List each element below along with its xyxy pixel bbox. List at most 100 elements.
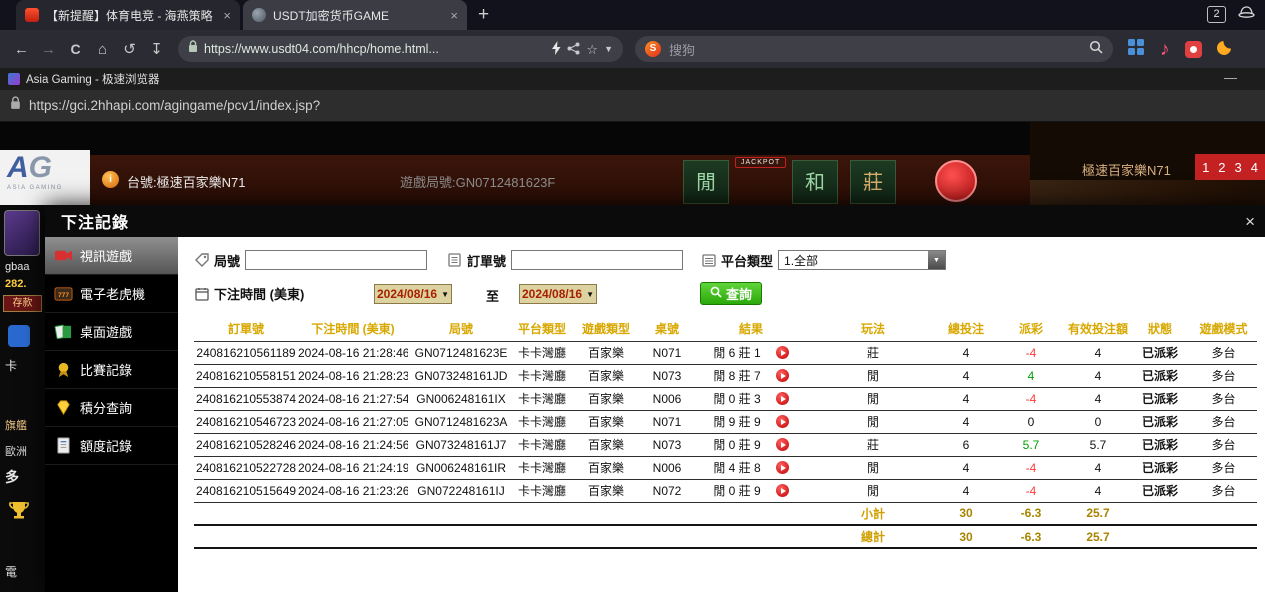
replay-play-icon[interactable] (776, 415, 789, 428)
replay-play-icon[interactable] (776, 484, 789, 497)
num-tab-3[interactable]: 3 (1235, 160, 1242, 175)
menu-item-video-games[interactable]: 視訊遊戲 (45, 237, 178, 275)
order-number-input[interactable] (511, 250, 683, 270)
platform-list-icon (701, 253, 716, 268)
cell-round-number: GN0712481623E (408, 341, 514, 364)
deposit-button[interactable]: 存款 (3, 295, 42, 312)
menu-item-credit-records[interactable]: 額度記錄 (45, 427, 178, 465)
forward-icon[interactable]: → (35, 41, 62, 58)
lobby-category-icon[interactable] (8, 325, 30, 347)
balance-fragment: 282. (5, 278, 26, 290)
menu-item-table-games[interactable]: 桌面遊戲 (45, 313, 178, 351)
query-button[interactable]: 查詢 (700, 282, 762, 305)
cell-game-type: 百家樂 (570, 364, 642, 387)
download-icon[interactable]: ↧ (143, 40, 170, 58)
browser-tab-usdt-game[interactable]: USDT加密货币GAME × (243, 0, 467, 30)
num-tab-1[interactable]: 1 (1202, 160, 1209, 175)
bet-banker-button[interactable]: 莊 (850, 160, 896, 204)
night-mode-moon-icon[interactable] (1217, 38, 1234, 60)
address-url[interactable]: https://www.usdt04.com/hhcp/home.html... (204, 42, 546, 56)
history-icon[interactable]: ↺ (116, 40, 143, 58)
replay-play-icon[interactable] (776, 461, 789, 474)
num-tab-2[interactable]: 2 (1218, 160, 1225, 175)
select-arrow-icon[interactable]: ▼ (928, 251, 945, 269)
result-text: 閒 0 莊 9 (713, 436, 760, 453)
share-icon[interactable] (567, 42, 580, 57)
app-address-url[interactable]: https://gci.2hhapi.com/agingame/pcv1/ind… (29, 98, 320, 113)
close-icon[interactable]: × (1245, 213, 1255, 230)
star-icon[interactable]: ☆ (586, 43, 598, 56)
window-count-badge[interactable]: 2 (1207, 6, 1226, 23)
browser-tab-sports[interactable]: 【新提醒】体育电竞 - 海燕策略 × (16, 0, 240, 30)
platform-type-select[interactable]: 1.全部 ▼ (778, 250, 946, 270)
music-note-icon[interactable]: ♪ (1160, 40, 1170, 59)
round-number-input[interactable] (245, 250, 427, 270)
table-row[interactable]: 240816210546723 2024-08-16 21:27:05 GN07… (194, 410, 1257, 433)
replay-play-icon[interactable] (776, 392, 789, 405)
red-app-icon[interactable] (1185, 41, 1202, 58)
cell-total-bet: 6 (936, 433, 996, 456)
col-header: 局號 (408, 317, 514, 341)
gem-icon (54, 398, 73, 417)
cell-payout: 0 (996, 410, 1066, 433)
cell-total-bet: 4 (936, 456, 996, 479)
menu-item-label: 桌面遊戲 (80, 322, 132, 341)
lobby-item-fragment[interactable]: 卡 (5, 357, 17, 374)
replay-play-icon[interactable] (776, 438, 789, 451)
table-row[interactable]: 240816210553874 2024-08-16 21:27:54 GN00… (194, 387, 1257, 410)
tab-close-icon[interactable]: × (223, 8, 231, 23)
trophy-icon[interactable] (8, 499, 30, 526)
game-round-label: 遊戲局號:GN0712481623F (400, 172, 555, 191)
table-row[interactable]: 240816210515649 2024-08-16 21:23:26 GN07… (194, 479, 1257, 502)
cell-platform-type: 卡卡灣廳 (514, 479, 570, 502)
tab-close-icon[interactable]: × (450, 8, 458, 23)
hat-icon[interactable] (1238, 5, 1255, 24)
minimize-icon[interactable]: — (1224, 70, 1237, 85)
magnifier-icon[interactable] (1089, 40, 1103, 59)
menu-item-slots[interactable]: 777 電子老虎機 (45, 275, 178, 313)
menu-item-match-records[interactable]: 比賽記錄 (45, 351, 178, 389)
replay-play-icon[interactable] (776, 369, 789, 382)
lightning-icon[interactable] (552, 41, 561, 57)
grandtotal-payout: -6.3 (996, 525, 1066, 548)
lobby-item-fragment[interactable]: 電 (5, 563, 17, 580)
lobby-item-fragment[interactable]: 旗艦 (5, 417, 27, 433)
result-text: 閒 9 莊 9 (713, 413, 760, 430)
table-row[interactable]: 240816210558151 2024-08-16 21:28:23 GN07… (194, 364, 1257, 387)
bet-player-button[interactable]: 閒 (683, 160, 729, 204)
table-row[interactable]: 240816210522728 2024-08-16 21:24:19 GN00… (194, 456, 1257, 479)
home-icon[interactable]: ⌂ (89, 41, 116, 58)
table-row[interactable]: 240816210561189 2024-08-16 21:28:46 GN07… (194, 341, 1257, 364)
app-window-titlebar: Asia Gaming - 极速浏览器 — (0, 68, 1265, 90)
back-icon[interactable]: ← (8, 41, 35, 58)
new-tab-button[interactable]: + (478, 0, 489, 30)
bet-tie-button[interactable]: 和 (792, 160, 838, 204)
sogou-search-bar[interactable]: S 搜狗 (635, 36, 1113, 62)
address-bar[interactable]: https://www.usdt04.com/hhcp/home.html...… (178, 36, 623, 62)
num-tab-4[interactable]: 4 (1251, 160, 1258, 175)
date-from-picker[interactable]: 2024/08/16 ▼ (374, 284, 452, 304)
cell-total-bet: 4 (936, 387, 996, 410)
app-address-bar[interactable]: https://gci.2hhapi.com/agingame/pcv1/ind… (0, 90, 1265, 122)
tab-favicon-icon (252, 8, 266, 22)
table-number-tabs[interactable]: 1 2 3 4 (1195, 154, 1265, 180)
replay-play-icon[interactable] (776, 346, 789, 359)
table-row[interactable]: 240816210528246 2024-08-16 21:24:56 GN07… (194, 433, 1257, 456)
menu-item-points[interactable]: 積分查詢 (45, 389, 178, 427)
slot-777-icon: 777 (54, 284, 73, 303)
chevron-down-icon[interactable]: ▼ (604, 45, 613, 54)
cell-valid-bet: 0 (1066, 410, 1130, 433)
apps-grid-icon[interactable] (1127, 38, 1145, 61)
lobby-item-fragment[interactable]: 歐洲 (5, 443, 27, 459)
lobby-item-fragment[interactable]: 多 (5, 467, 19, 487)
cell-total-bet: 4 (936, 479, 996, 502)
date-to-picker[interactable]: 2024/08/16 ▼ (519, 284, 597, 304)
subtotal-payout: -6.3 (996, 502, 1066, 525)
refresh-icon[interactable]: C (62, 41, 89, 57)
cell-game-mode: 多台 (1190, 387, 1257, 410)
caret-down-icon: ▼ (586, 290, 594, 299)
order-doc-icon (447, 253, 462, 268)
search-input[interactable]: 搜狗 (669, 40, 1081, 59)
info-dot-icon: i (102, 171, 119, 188)
cell-play-type: 閒 (810, 456, 936, 479)
